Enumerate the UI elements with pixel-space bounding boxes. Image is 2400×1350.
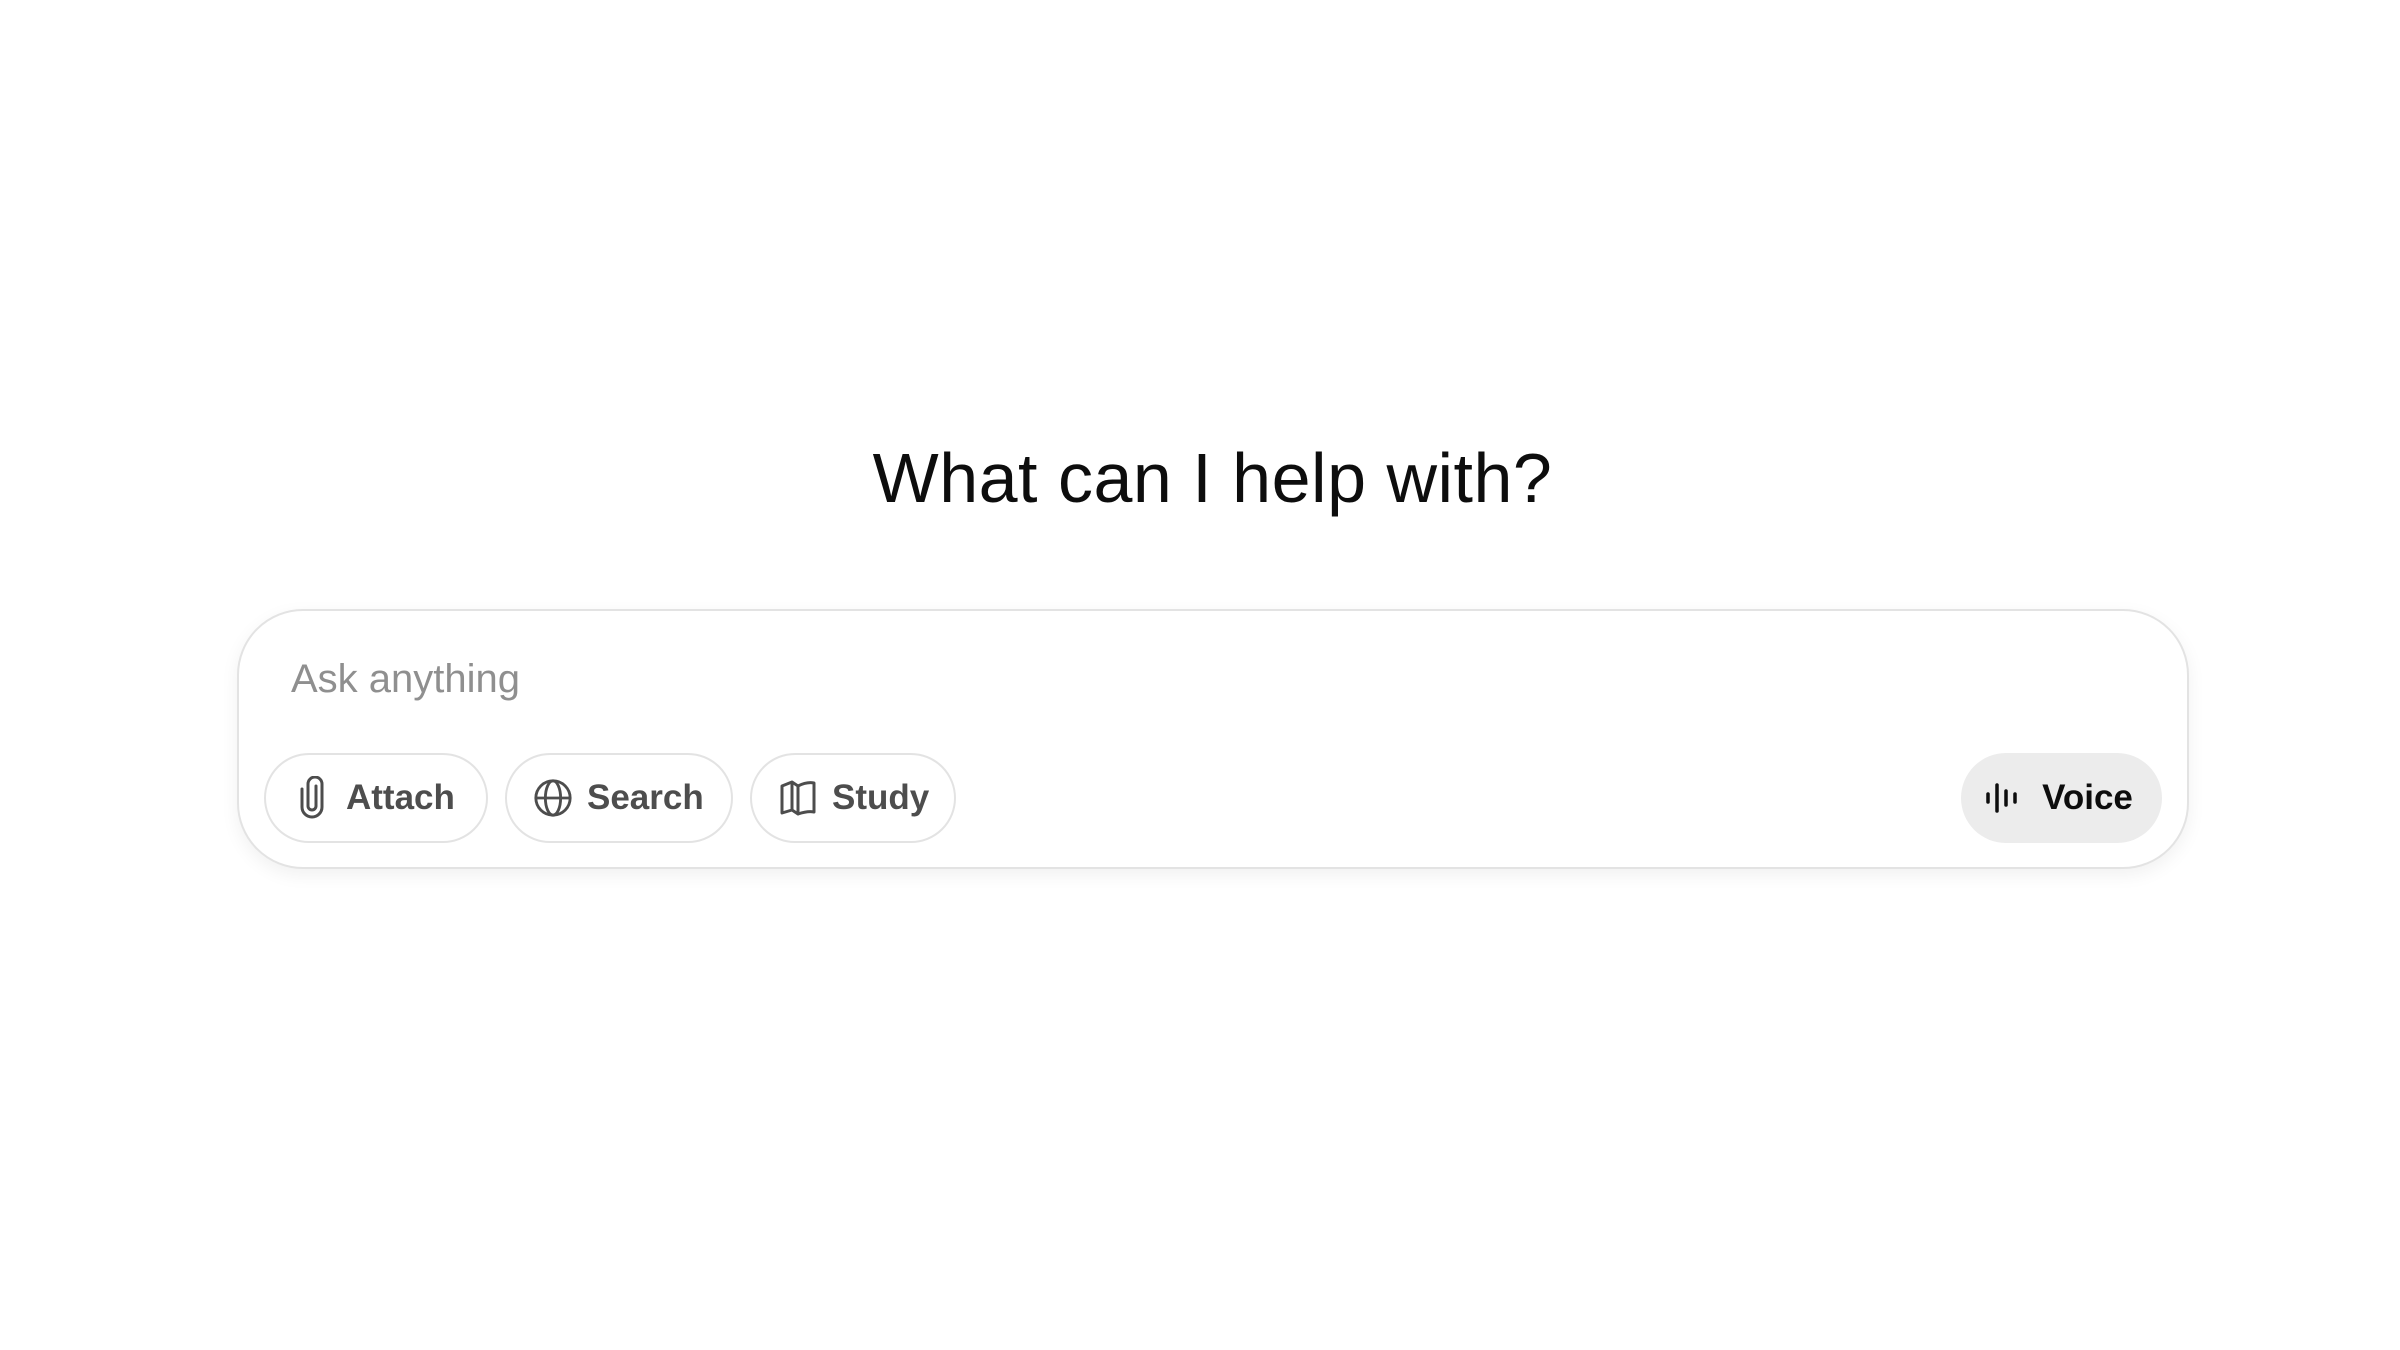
- voice-button[interactable]: Voice: [1961, 753, 2162, 843]
- study-button[interactable]: Study: [750, 753, 956, 843]
- open-book-icon: [778, 778, 818, 818]
- attach-button[interactable]: Attach: [264, 753, 488, 843]
- waveform-icon: [1984, 781, 2024, 815]
- paperclip-icon: [292, 776, 332, 819]
- search-button-label: Search: [587, 778, 704, 817]
- composer-tools: Attach Search Study: [264, 753, 956, 843]
- attach-button-label: Attach: [346, 778, 455, 817]
- page: What can I help with? Attach: [0, 0, 2400, 1350]
- search-button[interactable]: Search: [505, 753, 733, 843]
- globe-icon: [533, 778, 573, 818]
- study-button-label: Study: [832, 778, 930, 817]
- prompt-input[interactable]: [291, 649, 2091, 709]
- voice-button-label: Voice: [2042, 778, 2133, 817]
- page-title: What can I help with?: [872, 439, 1553, 517]
- chat-composer: Attach Search: [237, 609, 2189, 869]
